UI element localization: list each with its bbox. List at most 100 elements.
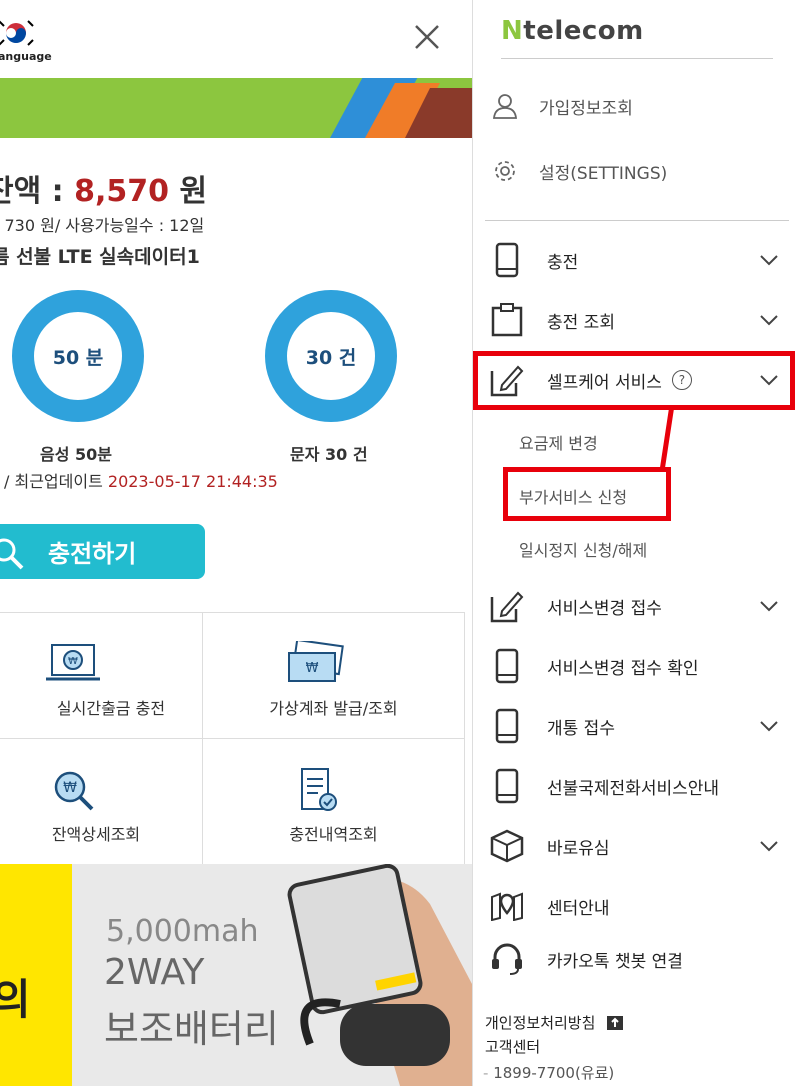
highlight-connector [659,405,675,471]
top-banner[interactable] [0,78,472,138]
menu-item-selfcare[interactable]: 셀프케어 서비스 ? [483,360,789,400]
customer-center-phone[interactable]: - 1899-7700(유료) [483,1062,614,1083]
quick-menu-grid: ₩ 실시간출금 충전 ₩ 가상계좌 발급/조회 ₩ 잔액상세조회 충전내역조회 [0,612,465,865]
update-prefix: / 최근업데이트 [4,472,108,491]
menu-label: 충전 [547,252,579,273]
language-label[interactable]: anguage [0,50,52,63]
chevron-down-icon[interactable] [759,596,779,616]
side-menu: Ntelecom 가입정보조회 설정(SETTINGS) 충전 충전 조회 셀프… [472,0,800,1086]
voice-ring-text: 50 분 [52,346,104,369]
menu-item-service-change-check[interactable]: 서비스변경 접수 확인 [483,646,789,686]
menu-item-service-change[interactable]: 서비스변경 접수 [483,586,789,626]
balance-amount: 8,570 [74,174,169,209]
menu-item-center-info[interactable]: 센터안내 [483,886,789,926]
promo-banner[interactable]: 의 5,000mah 2WAY 보조배터리 [0,864,472,1086]
promo-yellow-block: 의 [0,864,72,1086]
chevron-down-icon[interactable] [759,250,779,270]
box-icon [489,828,525,864]
divider [485,220,789,221]
privacy-label: 개인정보처리방침 [485,1014,596,1032]
gear-icon [495,161,515,181]
menu-label: 설정(SETTINGS) [539,163,668,184]
balance-label: 잔액 : [0,174,64,209]
phone-note: (유료) [574,1064,615,1082]
logo-n: N [501,16,524,46]
promo-left-char: 의 [0,975,31,1024]
menu-label: 서비스변경 접수 [547,598,662,619]
menu-item-charge[interactable]: 충전 [483,240,789,280]
phone-icon [489,242,525,278]
balance-unit: 원 [169,174,208,209]
balance-heading: 잔액 : 8,570 원 [0,166,207,210]
menu-item-intl-call[interactable]: 선불국제전화서비스안내 [483,766,789,806]
menu-label: 선불국제전화서비스안내 [547,778,720,799]
grid-label: 가상계좌 발급/조회 [269,699,398,718]
grid-item-charge-history[interactable]: 충전내역조회 [203,739,465,865]
menu-item-kakao-chatbot[interactable]: 카카오톡 챗봇 연결 [483,939,789,979]
menu-item-charge-inquiry[interactable]: 충전 조회 [483,300,789,340]
charge-button[interactable]: 충전하기 [0,524,205,579]
grid-item-virtual-account[interactable]: ₩ 가상계좌 발급/조회 [203,613,465,739]
svg-text:₩: ₩ [306,661,319,676]
grid-item-realtime-charge[interactable]: ₩ 실시간출금 충전 [0,613,203,739]
receipt-check-icon [301,768,337,811]
submenu-item-plan-change[interactable]: 요금제 변경 [519,430,598,454]
banknote-icon: ₩ [288,641,344,682]
grid-label: 실시간출금 충전 [56,699,166,718]
chevron-down-icon[interactable] [759,836,779,856]
menu-item-account-info[interactable]: 가입정보조회 [491,86,633,126]
privacy-policy-link[interactable]: 개인정보처리방침 [485,1012,624,1033]
korea-flag-icon[interactable] [0,18,46,48]
grid-item-balance-detail[interactable]: ₩ 잔액상세조회 [0,739,203,865]
submenu-item-addon-service[interactable]: 부가서비스 신청 [519,484,627,508]
banner-graphic [330,78,472,138]
menu-label: 가입정보조회 [539,98,633,119]
headset-icon [489,941,525,977]
voice-usage-label: 음성 50분 [40,445,112,464]
voice-usage-ring: 50 분 [12,290,144,422]
user-icon [493,94,517,119]
plan-name: 름 선불 LTE 실속데이터1 [0,246,200,268]
svg-text:₩: ₩ [63,780,77,796]
last-update: / 최근업데이트 2023-05-17 21:44:35 [4,468,278,492]
update-datetime: 2023-05-17 21:44:35 [107,472,278,491]
customer-center-label: 고객센터 [485,1038,541,1056]
charge-search-icon [0,538,24,570]
submenu-item-suspend[interactable]: 일시정지 신청/해제 [519,537,647,561]
balance-subline: : 730 원/ 사용가능일수 : 12일 [0,216,205,235]
menu-label: 센터안내 [547,898,610,919]
battery-phone-image [287,864,472,1086]
menu-item-settings[interactable]: 설정(SETTINGS) [491,151,667,191]
phone-icon [489,708,525,744]
promo-line2: 2WAY [104,952,205,993]
menu-item-usim[interactable]: 바로유심 [483,826,789,866]
ntelecom-logo[interactable]: Ntelecom [501,16,644,46]
menu-label: 카카오톡 챗봇 연결 [547,951,683,972]
menu-label: 개통 접수 [547,718,615,739]
logo-rest: telecom [523,16,644,46]
sms-usage-ring: 30 건 [265,290,397,422]
help-icon[interactable]: ? [671,370,692,390]
sms-ring-text: 30 건 [305,346,357,369]
divider [501,58,773,59]
menu-label: 서비스변경 접수 확인 [547,658,699,679]
chevron-down-icon[interactable] [759,716,779,736]
grid-label: 잔액상세조회 [51,825,141,844]
menu-item-activation[interactable]: 개통 접수 [483,706,789,746]
laptop-won-icon: ₩ [46,644,100,681]
promo-line3: 보조배터리 [104,1007,279,1051]
phone-icon [489,648,525,684]
chevron-down-icon[interactable] [759,310,779,330]
dash-glyph: - [483,1064,494,1082]
sms-usage-label: 문자 30 건 [290,445,368,464]
svg-text:₩: ₩ [68,656,78,667]
menu-label: 바로유심 [547,838,610,859]
promo-line1: 5,000mah [106,914,259,949]
phone-number: 1899-7700 [493,1064,575,1082]
edit-icon [489,588,525,624]
won-search-icon: ₩ [54,771,94,811]
close-icon[interactable] [412,22,442,52]
grid-label: 충전내역조회 [289,825,378,844]
chevron-down-icon[interactable] [759,370,779,390]
main-panel: anguage 잔액 : 8,570 원 : 730 원/ 사용가능일수 : 1… [0,0,472,1086]
